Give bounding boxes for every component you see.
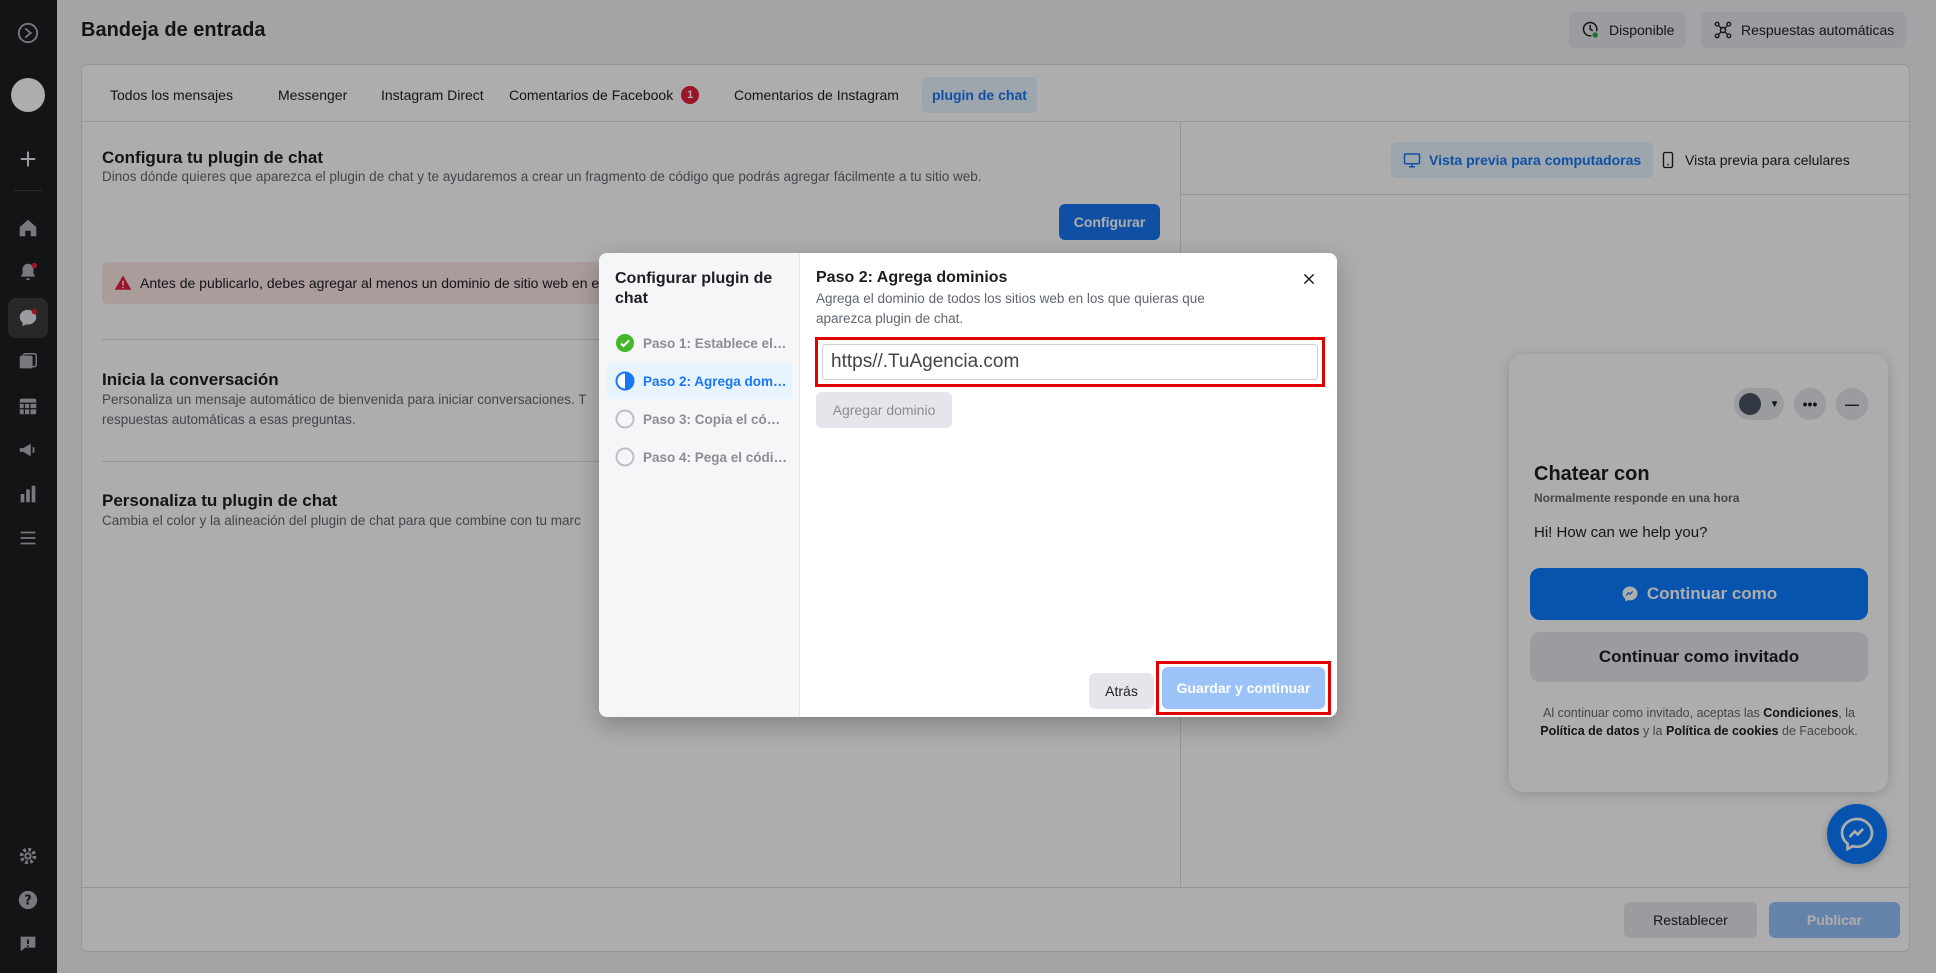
empty-circle-icon [615,409,635,429]
domain-input[interactable] [822,344,1318,380]
step-1[interactable]: Paso 1: Establece el idioma [607,325,792,361]
modal-step-description: Agrega el dominio de todos los sitios we… [816,291,1205,326]
check-circle-icon [616,334,634,352]
empty-circle-icon [615,447,635,467]
configure-plugin-modal: Configurar plugin de chat Paso 1: Establ… [599,253,1337,717]
step-label: Paso 1: Establece el idioma [643,335,788,351]
highlight-box: Guardar y continuar [1156,661,1331,715]
back-button[interactable]: Atrás [1089,673,1154,709]
step-label: Paso 4: Pega el código [643,449,788,465]
steps-sidebar: Configurar plugin de chat Paso 1: Establ… [599,253,800,717]
modal-step-title: Paso 2: Agrega dominios [816,269,1008,286]
step-label: Paso 2: Agrega dominios [643,373,788,389]
step-4[interactable]: Paso 4: Pega el código [607,439,792,475]
close-icon[interactable] [1297,267,1321,291]
step-3[interactable]: Paso 3: Copia el código [607,401,792,437]
half-circle-progress-icon [615,371,635,391]
step-2[interactable]: Paso 2: Agrega dominios [607,363,792,399]
step-label: Paso 3: Copia el código [643,411,788,427]
modal-side-title: Configurar plugin de chat [615,270,773,307]
highlight-box [815,337,1325,387]
add-domain-button[interactable]: Agregar dominio [816,392,952,428]
save-and-continue-button[interactable]: Guardar y continuar [1162,667,1325,709]
